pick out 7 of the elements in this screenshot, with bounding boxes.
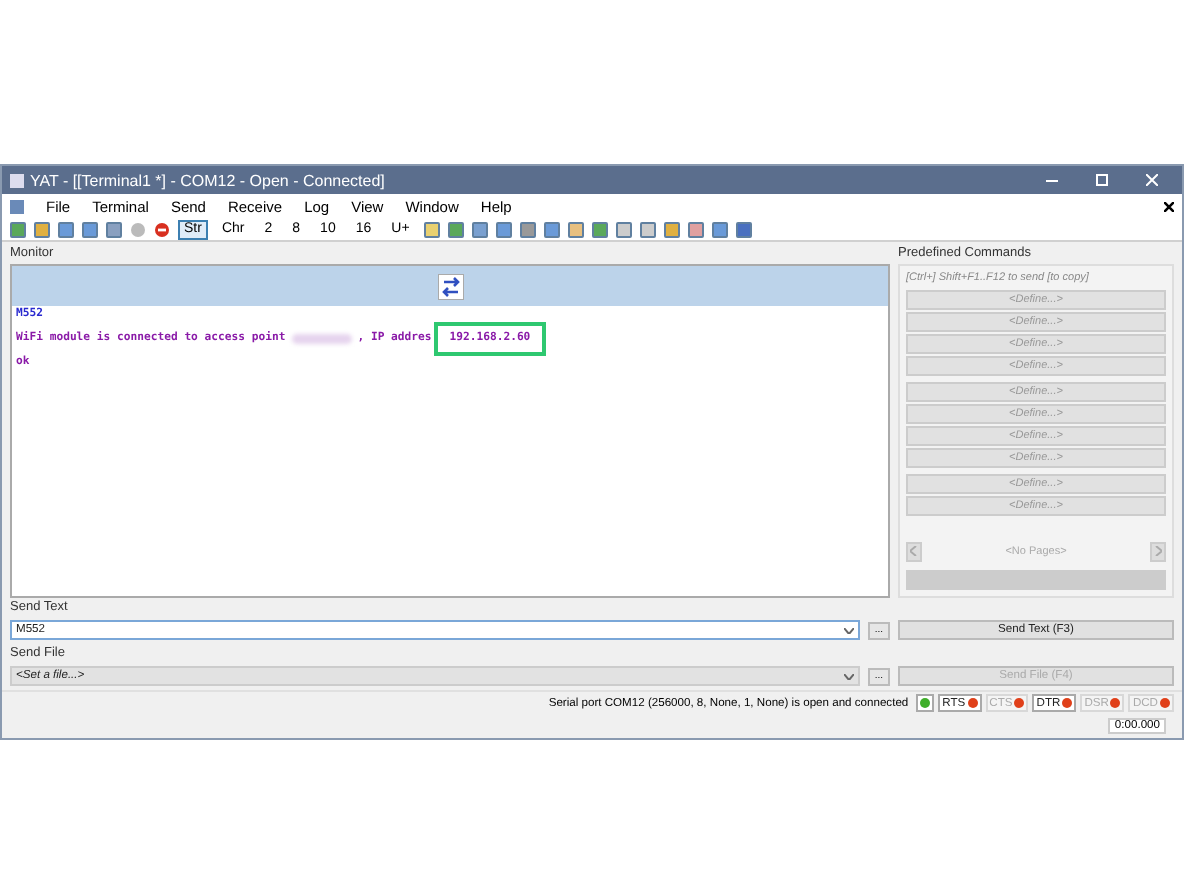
- close-icon[interactable]: [1164, 201, 1174, 211]
- stop-icon[interactable]: [154, 221, 170, 237]
- redaction-mark: [291, 334, 352, 344]
- document-icon[interactable]: [10, 199, 24, 213]
- swap-icon[interactable]: [437, 273, 463, 299]
- window-title: YAT - [[Terminal1 *] - COM12 - Open - Connected]: [30, 171, 387, 189]
- app-icon: [10, 173, 24, 187]
